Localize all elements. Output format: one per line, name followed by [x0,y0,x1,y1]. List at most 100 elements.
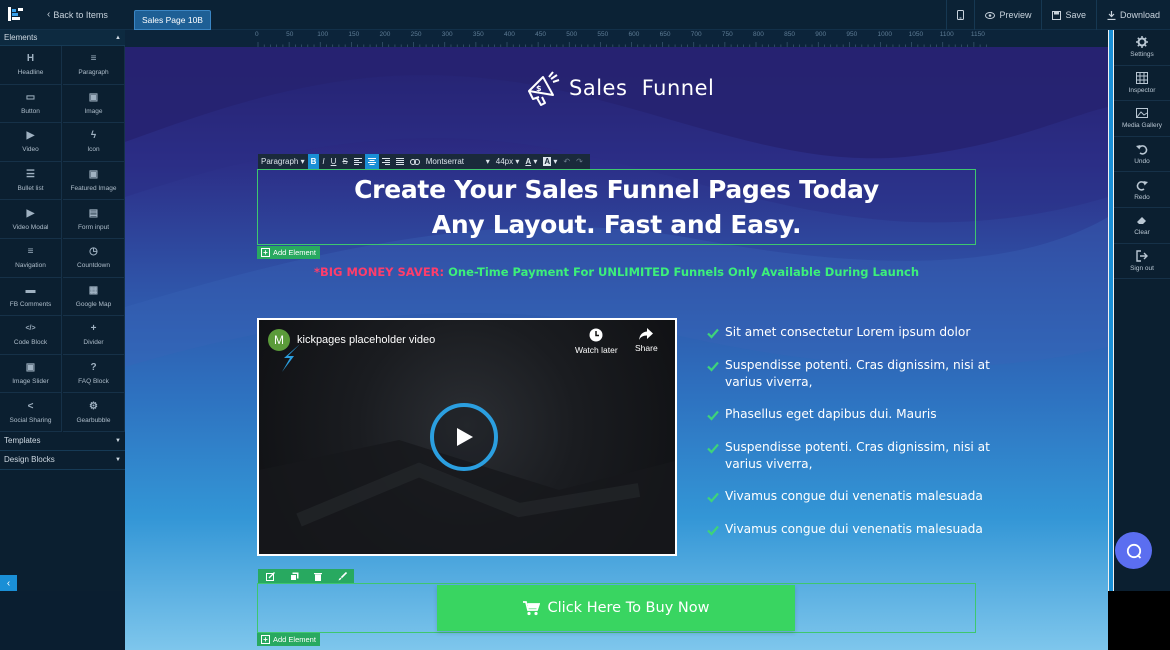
element-icon[interactable]: ϟ Icon [63,123,125,162]
buy-now-button[interactable]: Click Here To Buy Now [437,585,795,631]
tool-label: Clear [1134,229,1150,237]
element-label: Button [21,107,40,115]
align-center-button[interactable] [364,154,379,169]
templates-section-header[interactable]: Templates ▼ [0,431,125,451]
element-divider[interactable]: + Divider [63,316,125,355]
element-label: Headline [17,69,44,77]
undo-text-button[interactable]: ↶ [560,154,573,169]
tools-panel: Settings Inspector Media Gallery Undo Redo Cl… [1114,30,1170,591]
element-code-block[interactable]: </> Code Block [0,316,62,355]
justify-button[interactable] [393,154,407,169]
element-image[interactable]: ▣ Image [63,84,125,124]
back-to-items-link[interactable]: ‹ Back to Items [47,9,108,20]
element-social-sharing[interactable]: < Social Sharing [0,393,62,432]
elements-grid: H Headline ≡ Paragraph ▭ Button ▣ Image ▶ Video ϟ I… [0,46,125,432]
element-bullet-list[interactable]: ☰ Bullet list [0,161,62,201]
video-title[interactable]: kickpages placeholder video [297,334,435,346]
background-color-button[interactable]: A ▾ [540,154,560,169]
bullet-item[interactable]: Suspendisse potenti. Cras dignissim, nis… [707,357,997,391]
gear-icon [1136,36,1148,49]
element-label: FAQ Block [78,378,109,386]
tool-undo[interactable]: Undo [1114,137,1170,173]
tool-sign-out[interactable]: Sign out [1114,244,1170,280]
element-label: Gearbubble [76,416,111,424]
font-family-dropdown[interactable]: Montserrat ▾ [423,154,493,169]
redo-text-button[interactable]: ↷ [573,154,586,169]
style-button[interactable] [330,569,354,583]
caret-down-icon: ▼ [115,456,121,463]
bullet-item[interactable]: Vivamus congue dui venenatis malesuada [707,521,997,538]
delete-button[interactable] [306,569,330,583]
bullet-text: Suspendisse potenti. Cras dignissim, nis… [725,357,990,389]
save-button[interactable]: Save [1041,0,1096,30]
add-element-button-bottom[interactable]: + Add Element [257,633,320,646]
tool-redo[interactable]: Redo [1114,172,1170,208]
add-element-button[interactable]: + Add Element [257,246,320,259]
bullet-item[interactable]: Phasellus eget dapibus dui. Mauris [707,406,997,423]
element-gearbubble[interactable]: ⚙ Gearbubble [63,393,125,432]
font-size-value: 44px [495,157,514,166]
headline-line-2[interactable]: Any Layout. Fast and Easy. [432,207,802,242]
button-block-toolbar [258,569,354,583]
tool-inspector[interactable]: Inspector [1114,66,1170,102]
headline-block[interactable]: Create Your Sales Funnel Pages Today Any… [257,169,976,245]
collapse-panel-button[interactable]: ‹ [0,575,17,591]
scrollbar-thumb[interactable] [1109,30,1113,591]
page-tab[interactable]: Sales Page 10B [134,10,211,30]
elements-section-header[interactable]: Elements ▲ [0,30,125,46]
edit-button[interactable] [258,569,282,583]
download-button[interactable]: Download [1095,0,1170,30]
element-countdown[interactable]: ◷ Countdown [63,238,125,278]
ruler-mark: 450 [535,31,546,38]
element-form-input[interactable]: ▤ Form input [63,200,125,239]
buy-now-label: Click Here To Buy Now [547,600,710,616]
bullet-item[interactable]: Vivamus congue dui venenatis malesuada [707,488,997,505]
video-embed[interactable]: M kickpages placeholder video Watch late… [257,318,677,556]
preview-button[interactable]: Preview [974,0,1041,30]
add-element-label: Add Element [273,248,316,257]
brand-name: Sales Funnel [569,76,715,100]
element-headline[interactable]: H Headline [0,46,62,85]
back-label: Back to Items [53,9,108,20]
element-image-slider[interactable]: ▣ Image Slider [0,354,62,394]
plus-icon: + [261,635,270,644]
mobile-view-button[interactable] [946,0,974,30]
element-label: Google Map [75,300,112,308]
format-dropdown[interactable]: Paragraph ▾ [258,154,308,169]
link-button[interactable] [407,154,423,169]
element-google-map[interactable]: ▦ Google Map [63,277,125,317]
tool-settings[interactable]: Settings [1114,30,1170,66]
element-video-modal[interactable]: ▶ Video Modal [0,200,62,239]
element-featured-image[interactable]: ▣ Featured Image [63,161,125,201]
app-logo-icon[interactable] [8,7,24,21]
bullet-item[interactable]: Suspendisse potenti. Cras dignissim, nis… [707,439,997,473]
chat-launcher-button[interactable] [1115,532,1152,569]
ruler-mark: 200 [379,31,391,38]
design-blocks-section-header[interactable]: Design Blocks ▼ [0,450,125,470]
bold-button[interactable]: B [307,154,320,169]
element-label: Paragraph [78,69,109,77]
tool-clear[interactable]: Clear [1114,208,1170,244]
underline-button[interactable]: U [328,154,340,169]
element-paragraph[interactable]: ≡ Paragraph [63,46,125,85]
headline-line-1[interactable]: Create Your Sales Funnel Pages Today [354,172,879,207]
tool-media-gallery[interactable]: Media Gallery [1114,101,1170,137]
check-icon [707,492,719,503]
element-faq-block[interactable]: ? FAQ Block [63,354,125,394]
align-left-button[interactable] [351,154,365,169]
check-icon [707,328,719,339]
element-button[interactable]: ▭ Button [0,84,62,124]
text-color-button[interactable]: A ▾ [522,154,540,169]
element-video[interactable]: ▶ Video [0,123,62,162]
strikethrough-button[interactable]: S [339,154,350,169]
bullet-item[interactable]: Sit amet consectetur Lorem ipsum dolor [707,324,997,341]
italic-button[interactable]: I [319,154,327,169]
duplicate-button[interactable] [282,569,306,583]
align-right-button[interactable] [379,154,393,169]
watch-later-button[interactable]: Watch later [575,328,618,355]
font-size-dropdown[interactable]: 44px ▾ [493,154,523,169]
element-fb-comments[interactable]: ▬ FB Comments [0,277,62,317]
play-button[interactable] [430,403,498,471]
share-button[interactable]: Share [635,328,658,353]
element-navigation[interactable]: ≡ Navigation [0,238,62,278]
